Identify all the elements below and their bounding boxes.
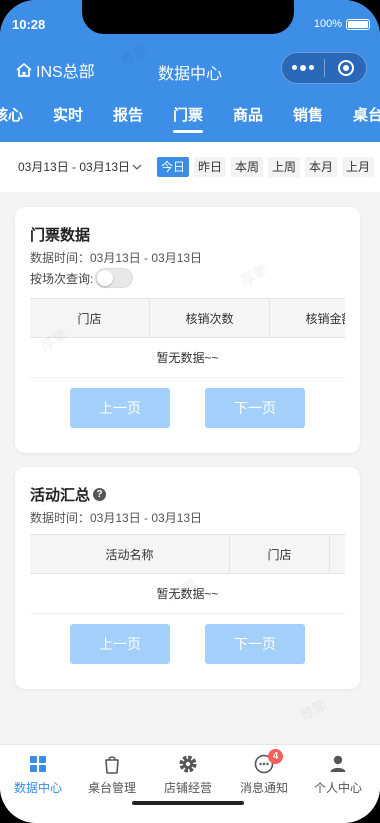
date-range-text: 03月13日 - 03月13日 [18,160,131,174]
phone-screen: 10:28 100% INS总部 数据中心 核心 实时 报告 门票 商品 销售 … [0,0,380,823]
home-indicator [132,801,244,805]
tab-tables[interactable]: 桌台 [353,104,380,125]
tabbar-messages[interactable]: 4 消息通知 [226,749,302,796]
chevron-down-icon [132,164,142,170]
tab-tickets[interactable]: 门票 [173,104,204,133]
ticket-data-card: 门票数据 数据时间：03月13日 - 03月13日 按场次查询: 门店 核销次数… [15,207,360,453]
activity-card-title: 活动汇总 [30,487,91,504]
column-store: 门店 [230,535,330,573]
notch [82,0,294,34]
close-miniprogram-icon[interactable] [325,60,366,76]
tabbar-label: 数据中心 [13,781,62,795]
tabbar-data-center[interactable]: 数据中心 [0,753,76,796]
tabbar-label: 个人中心 [313,781,362,795]
more-icon[interactable] [282,65,324,71]
tab-report[interactable]: 报告 [113,104,143,125]
tabbar-label: 桌台管理 [87,781,136,795]
gear-icon [179,755,197,773]
battery-percent: 100% [313,18,342,30]
ticket-empty-text: 暂无数据~~ [30,338,345,378]
activity-prev-page-button[interactable]: 上一页 [70,624,170,664]
column-activity-name: 活动名称 [30,535,230,573]
activity-table-header: 活动名称 门店 [30,534,345,574]
ticket-card-title: 门票数据 [30,227,91,244]
ticket-next-page-button[interactable]: 下一页 [205,388,305,428]
tabbar-label: 店铺经营 [163,781,212,795]
activity-next-page-button[interactable]: 下一页 [205,624,305,664]
tabbar-label: 消息通知 [239,781,288,795]
date-range-picker[interactable]: 03月13日 - 03月13日 [18,158,142,175]
watermark: 厚擎 [297,696,331,724]
tab-sales[interactable]: 销售 [293,104,323,125]
person-icon [330,755,346,772]
ticket-data-time: 数据时间：03月13日 - 03月13日 [30,251,203,265]
tabbar-personal-center[interactable]: 个人中心 [300,753,376,796]
header-bar: 10:28 100% INS总部 数据中心 核心 实时 报告 门票 商品 销售 … [0,0,380,142]
chip-today[interactable]: 今日 [157,157,190,177]
category-tabs: 核心 实时 报告 门票 商品 销售 桌台 [0,104,380,138]
chip-this-week[interactable]: 本周 [231,157,264,177]
activity-summary-card: 活动汇总 ? 数据时间：03月13日 - 03月13日 活动名称 门店 暂无数据… [15,467,360,689]
bag-icon [105,756,119,774]
session-query-label: 按场次查询: [30,271,94,286]
column-redeem-count: 核销次数 [150,299,270,337]
status-time: 10:28 [12,17,46,32]
tab-products[interactable]: 商品 [233,104,263,125]
help-icon[interactable]: ? [93,488,107,501]
activity-empty-text: 暂无数据~~ [30,574,345,614]
tab-core[interactable]: 核心 [0,104,23,125]
chip-this-month[interactable]: 本月 [305,157,338,177]
session-query-switch[interactable] [95,268,134,288]
chip-yesterday[interactable]: 昨日 [194,157,227,177]
battery-icon [346,18,370,30]
activity-data-time: 数据时间：03月13日 - 03月13日 [30,511,203,525]
session-query-row: 按场次查询: [30,268,134,288]
tabbar-table-management[interactable]: 桌台管理 [74,753,150,796]
chat-icon: 4 [253,749,283,775]
grid-icon [30,756,46,772]
chip-last-month[interactable]: 上月 [342,157,375,177]
chip-last-week[interactable]: 上周 [268,157,301,177]
tab-realtime[interactable]: 实时 [53,104,83,125]
activity-card-title-row: 活动汇总 ? [30,484,107,505]
ticket-table-header: 门店 核销次数 核销金额 [30,298,345,338]
bottom-tab-bar: 数据中心 桌台管理 店铺经营 4 消息通知 个人中心 [0,744,380,823]
mini-program-capsule [281,52,367,84]
tabbar-store-operation[interactable]: 店铺经营 [150,753,226,796]
column-redeem-amount: 核销金额 [270,299,345,337]
ticket-prev-page-button[interactable]: 上一页 [70,388,170,428]
message-count-badge: 4 [268,749,283,764]
column-store: 门店 [30,299,150,337]
date-filter-bar: 03月13日 - 03月13日 今日 昨日 本周 上周 本月 上月 [0,142,380,192]
status-indicators: 100% [314,18,370,30]
